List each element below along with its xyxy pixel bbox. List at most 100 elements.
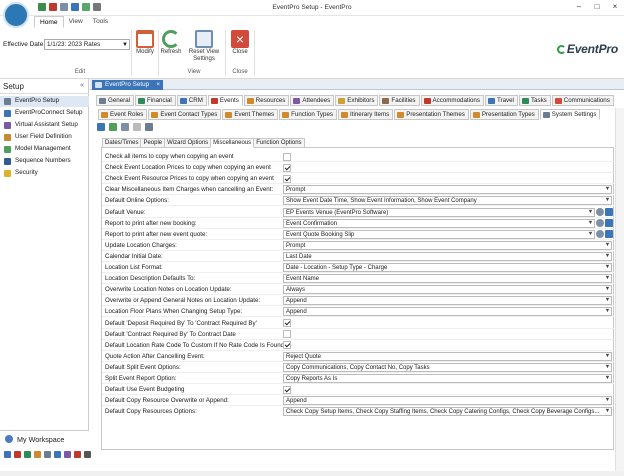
print-icon[interactable] (60, 3, 68, 11)
chevron-down-icon[interactable]: ▼ (604, 353, 611, 360)
copy-icon[interactable] (133, 123, 141, 131)
setting-checkbox[interactable] (283, 385, 291, 394)
setting-lookup[interactable]: Event Quote Booking Slip ▼ (283, 229, 595, 239)
chevron-down-icon[interactable]: ▼ (604, 364, 611, 371)
setting-select[interactable]: Last Date ▼ (283, 251, 612, 261)
sidebar-item-virtual-assistant-setup[interactable]: Virtual Assistant Setup (0, 120, 89, 131)
tab-eventpro-setup[interactable]: EventPro Setup × (92, 80, 164, 90)
chevron-down-icon[interactable]: ▼ (604, 253, 611, 260)
tab-crm[interactable]: CRM (176, 95, 207, 106)
chevron-down-icon[interactable] (93, 3, 101, 11)
chevron-down-icon[interactable]: ▼ (604, 242, 611, 249)
sidebar-item-sequence-numbers[interactable]: Sequence Numbers (0, 156, 89, 167)
setting-select[interactable]: Show Event Date Time, Show Event Informa… (283, 196, 612, 206)
setting-checkbox[interactable] (283, 152, 291, 161)
email-icon[interactable] (71, 3, 79, 11)
close-icon[interactable]: × (156, 80, 160, 90)
chevron-down-icon[interactable]: ▼ (604, 186, 611, 193)
setting-select[interactable]: Check Copy Setup Items, Check Copy Staff… (283, 407, 612, 417)
communications-icon[interactable] (64, 451, 71, 458)
open-lookup-icon[interactable] (605, 207, 613, 216)
setting-select[interactable]: Append ▼ (283, 307, 612, 317)
clear-lookup-icon[interactable] (596, 207, 604, 216)
tab-financial[interactable]: Financial (135, 95, 176, 106)
sidebar-item-security[interactable]: Security (0, 168, 89, 179)
tab-tasks[interactable]: Tasks (518, 95, 551, 106)
tab-events[interactable]: Events (207, 95, 243, 106)
tab-attendees[interactable]: Attendees (290, 95, 335, 106)
tab-itinerary-items[interactable]: Itinerary Items (338, 109, 394, 120)
sidebar-item-eventproconnect-setup[interactable]: EventProConnect Setup (0, 108, 89, 119)
events-icon[interactable] (4, 451, 11, 458)
setting-checkbox[interactable] (283, 330, 291, 339)
open-lookup-icon[interactable] (605, 218, 613, 227)
chevron-down-icon[interactable]: ▼ (604, 286, 611, 293)
app-logo-icon[interactable] (3, 2, 29, 28)
tab-resources[interactable]: Resources (243, 95, 290, 106)
chevron-down-icon[interactable]: ▼ (587, 231, 594, 238)
setting-checkbox[interactable] (283, 319, 291, 327)
setting-select[interactable]: Prompt ▼ (283, 185, 612, 195)
setting-select[interactable]: Append ▼ (283, 296, 612, 306)
tab-facilities[interactable]: Facilities (379, 95, 420, 106)
chevron-down-icon[interactable]: ▼ (587, 209, 594, 216)
maximize-button[interactable]: □ (588, 0, 606, 14)
more-icon[interactable] (84, 451, 91, 458)
tab-miscellaneous[interactable]: Miscellaneous (210, 138, 255, 148)
close-button[interactable]: × Close (228, 30, 252, 56)
undo-icon[interactable] (109, 123, 117, 131)
chevron-down-icon[interactable]: ▼ (587, 220, 594, 227)
chevron-down-icon[interactable]: ▼ (604, 408, 611, 415)
reports-icon[interactable] (44, 451, 51, 458)
open-lookup-icon[interactable] (605, 229, 613, 238)
chevron-down-icon[interactable]: ▼ (604, 308, 611, 315)
setting-checkbox[interactable] (283, 341, 291, 350)
edit-icon[interactable] (121, 123, 129, 131)
chevron-down-icon[interactable]: ▼ (604, 264, 611, 271)
vertical-scrollbar[interactable] (615, 108, 624, 471)
save-icon[interactable] (97, 123, 105, 131)
sidebar-item-eventpro-setup[interactable]: EventPro Setup (0, 96, 89, 107)
refresh-button[interactable]: Refresh (159, 30, 183, 56)
save-icon[interactable] (38, 3, 46, 11)
tasks-icon[interactable] (54, 451, 61, 458)
reset-view-settings-button[interactable]: Reset View Settings (187, 30, 221, 63)
modify-button[interactable]: Modify (133, 30, 157, 56)
effective-date-select[interactable]: 1/1/23: 2023 Rates ▼ (44, 39, 130, 50)
setting-checkbox[interactable] (283, 174, 291, 183)
ribbon-tab-tools[interactable]: Tools (88, 16, 113, 28)
setting-select[interactable]: Append ▼ (283, 396, 612, 406)
contacts-icon[interactable] (24, 451, 31, 458)
setting-lookup[interactable]: Event Confirmation ▼ (283, 218, 595, 228)
window-close-button[interactable]: × (606, 0, 624, 14)
setting-checkbox[interactable] (283, 163, 291, 172)
tab-function-types[interactable]: Function Types (279, 109, 337, 120)
close-doc-icon[interactable] (49, 3, 57, 11)
clear-lookup-icon[interactable] (596, 229, 604, 238)
tab-communications[interactable]: Communications (551, 95, 614, 106)
ribbon-tab-view[interactable]: View (64, 16, 88, 28)
my-workspace-section[interactable]: My Workspace (0, 430, 91, 476)
chevron-down-icon[interactable]: ▼ (604, 197, 611, 204)
tab-event-contact-types[interactable]: Event Contact Types (148, 109, 222, 120)
flag-icon[interactable] (74, 451, 81, 458)
chevron-down-icon[interactable]: ▼ (604, 275, 611, 282)
setting-select[interactable]: Reject Quote ▼ (283, 351, 612, 361)
ribbon-tab-home[interactable]: Home (34, 16, 64, 28)
sidebar-item-model-management[interactable]: Model Management (0, 144, 89, 155)
tab-system-settings[interactable]: System Settings (539, 109, 601, 120)
tab-presentation-themes[interactable]: Presentation Themes (394, 109, 469, 120)
accounts-icon[interactable] (34, 451, 41, 458)
tab-event-roles[interactable]: Event Roles (98, 109, 148, 120)
tab-accommodations[interactable]: Accommodations (420, 95, 484, 106)
calendar-icon[interactable] (14, 451, 21, 458)
tab-presentation-types[interactable]: Presentation Types (469, 109, 539, 120)
tab-general[interactable]: General (96, 95, 135, 106)
setting-select[interactable]: Date - Location - Setup Type - Charge ▼ (283, 263, 612, 272)
setting-select[interactable]: Prompt ▼ (283, 240, 612, 250)
chevron-down-icon[interactable]: ▼ (604, 397, 611, 404)
minimize-button[interactable]: – (570, 0, 588, 14)
refresh-icon[interactable] (82, 3, 90, 11)
tab-travel[interactable]: Travel (484, 95, 518, 106)
sidebar-item-user-field-definition[interactable]: User Field Definition (0, 132, 89, 143)
